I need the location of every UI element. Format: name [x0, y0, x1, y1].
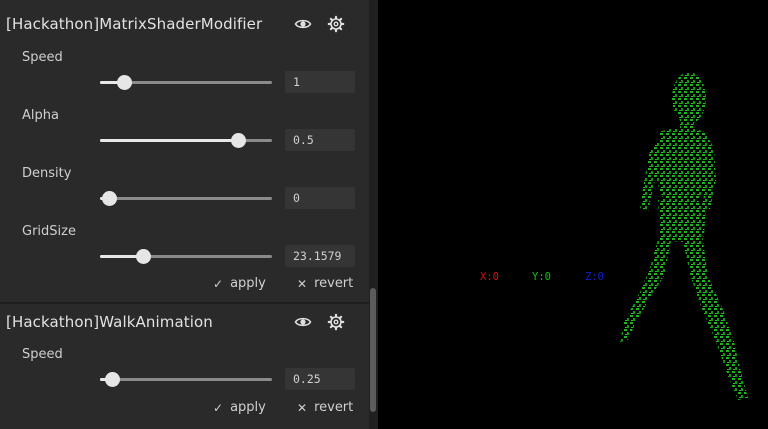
speed-slider[interactable] — [100, 72, 272, 92]
gear-icon[interactable] — [327, 313, 345, 331]
walk-speed-value-field[interactable]: 0.25 — [285, 368, 355, 390]
scene-viewport[interactable]: X:0 Y:0 Z:0 — [378, 0, 768, 429]
param-label-speed: Speed — [22, 50, 63, 65]
apply-button[interactable]: ✓ apply — [213, 276, 266, 291]
revert-button[interactable]: ✕ revert — [297, 276, 353, 291]
density-slider[interactable] — [100, 188, 272, 208]
section-title: [Hackathon]MatrixShaderModifier — [6, 15, 263, 33]
gridsize-slider[interactable] — [100, 246, 272, 266]
scrollbar-thumb[interactable] — [370, 288, 376, 412]
cross-icon: ✕ — [297, 276, 308, 291]
apply-label: apply — [230, 276, 266, 291]
matrix-figure — [620, 72, 748, 400]
eye-icon[interactable] — [294, 313, 312, 331]
cross-icon: ✕ — [297, 400, 308, 415]
section-header-matrix-shader[interactable]: [Hackathon]MatrixShaderModifier — [0, 2, 369, 46]
slider-thumb[interactable] — [105, 372, 121, 387]
speed-value-field[interactable]: 1 — [285, 71, 355, 93]
revert-label: revert — [314, 400, 354, 415]
param-label-alpha: Alpha — [22, 108, 59, 123]
param-label-density: Density — [22, 166, 72, 181]
inspector-panel: [Hackathon]MatrixShaderModifier Speed 1 … — [0, 0, 369, 429]
gear-icon[interactable] — [327, 15, 345, 33]
eye-icon[interactable] — [294, 15, 312, 33]
section-title: [Hackathon]WalkAnimation — [6, 313, 213, 331]
slider-thumb[interactable] — [230, 133, 246, 148]
revert-label: revert — [314, 276, 354, 291]
slider-thumb[interactable] — [101, 191, 117, 206]
slider-thumb[interactable] — [136, 249, 151, 264]
slider-thumb[interactable] — [117, 75, 133, 90]
alpha-value-field[interactable]: 0.5 — [285, 129, 355, 151]
alpha-slider[interactable] — [100, 130, 272, 150]
apply-button[interactable]: ✓ apply — [213, 400, 266, 415]
density-value-field[interactable]: 0 — [285, 187, 355, 209]
slider-track — [100, 378, 272, 381]
revert-button[interactable]: ✕ revert — [297, 400, 353, 415]
param-label-walk-speed: Speed — [22, 347, 63, 362]
check-icon: ✓ — [213, 276, 224, 291]
slider-track — [100, 197, 272, 200]
section-header-walk-animation[interactable]: [Hackathon]WalkAnimation — [0, 300, 369, 344]
walk-speed-slider[interactable] — [100, 369, 272, 389]
gridsize-value-field[interactable]: 23.1579 — [285, 245, 355, 267]
param-label-gridsize: GridSize — [22, 224, 76, 239]
check-icon: ✓ — [213, 400, 224, 415]
apply-label: apply — [230, 400, 266, 415]
slider-fill — [100, 139, 238, 142]
